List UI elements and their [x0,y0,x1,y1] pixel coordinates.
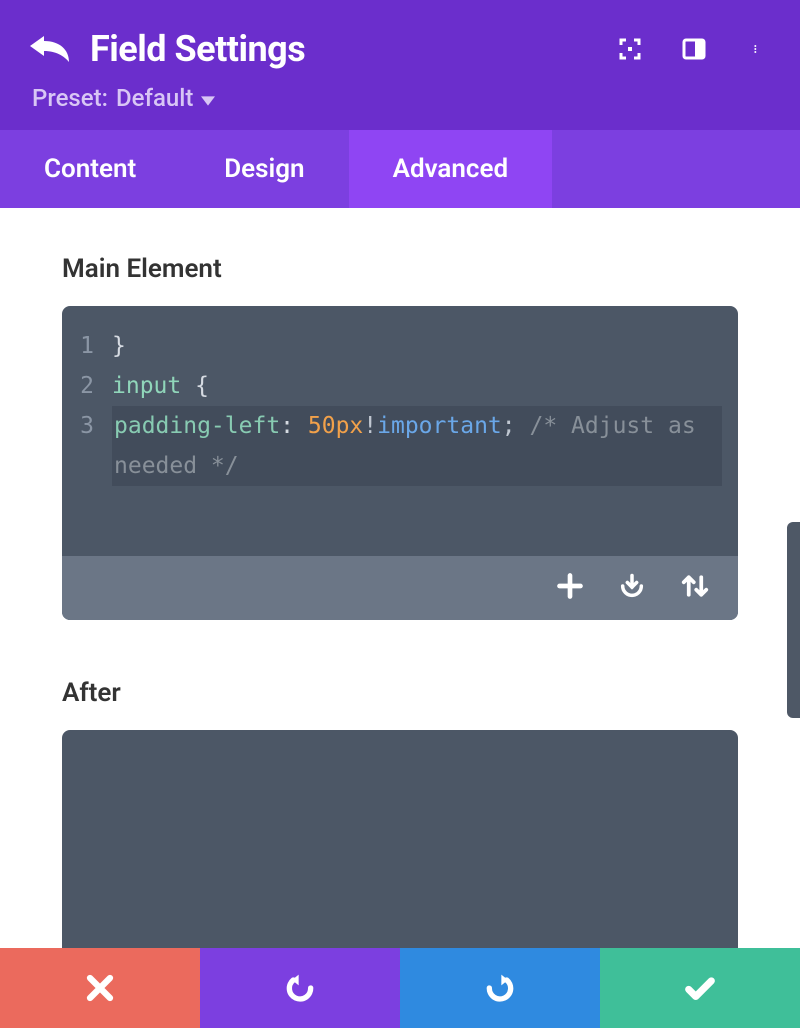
page-title: Field Settings [90,28,598,70]
section-label-after: After [62,678,738,708]
tab-advanced[interactable]: Advanced [349,130,553,208]
power-download-icon[interactable] [618,572,646,604]
header-top-row: Field Settings [30,28,770,70]
code-line: 2 input { [78,366,722,406]
code-line: 3 padding-left: 50px!important; /* Adjus… [78,406,722,486]
line-number: 2 [78,366,112,406]
save-button[interactable] [600,948,800,1028]
line-number: 1 [78,326,112,366]
header-action-icons [618,37,770,61]
cancel-button[interactable] [0,948,200,1028]
sort-arrows-icon[interactable] [680,571,710,605]
preset-selector[interactable]: Preset: Default [32,84,770,112]
css-editor-main-element[interactable]: 1 } 2 input { 3 padding-left: 50px!impor… [62,306,738,620]
css-editor-after[interactable] [62,730,738,960]
redo-button[interactable] [400,948,600,1028]
settings-header: Field Settings Preset: De [0,0,800,130]
more-vertical-icon[interactable] [746,37,770,61]
undo-button[interactable] [200,948,400,1028]
tab-panel-advanced: Main Element 1 } 2 input { 3 padding-lef… [0,208,800,960]
panel-split-icon[interactable] [682,37,706,61]
tab-design[interactable]: Design [180,130,348,208]
focus-frame-icon[interactable] [618,37,642,61]
preset-value: Default [116,84,193,112]
code-editor-body[interactable]: 1 } 2 input { 3 padding-left: 50px!impor… [62,306,738,556]
settings-tabs: Content Design Advanced [0,130,800,208]
scrollbar-thumb[interactable] [787,522,800,718]
add-icon[interactable] [556,572,584,604]
chevron-down-icon [201,84,215,112]
back-arrow-icon[interactable] [30,36,70,62]
code-editor-toolbar [62,556,738,620]
line-number: 3 [78,406,112,486]
footer-actions [0,948,800,1028]
section-label-main-element: Main Element [62,254,738,284]
code-line: 1 } [78,326,722,366]
preset-label: Preset: [32,84,108,112]
tab-content[interactable]: Content [0,130,180,208]
